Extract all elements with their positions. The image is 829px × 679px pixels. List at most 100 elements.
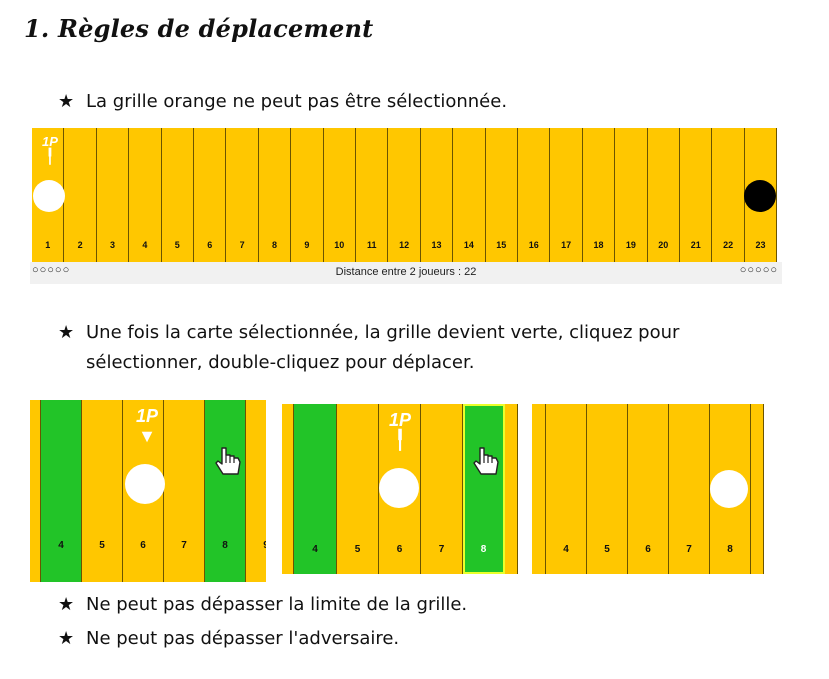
board-cell[interactable]: 10: [323, 128, 356, 262]
cell-number: 7: [438, 544, 445, 555]
game-board-full: 1 2 3 4 5 6 7 8 9 10 11 12 13 14 15 16 17 18 19 20 21 22 23 1P…: [30, 128, 782, 284]
cell-number: 14: [463, 240, 474, 250]
rule-2: ★ Une fois la carte sélectionnée, la gril…: [58, 318, 679, 378]
right-player-lives: ○○○○○: [739, 264, 778, 276]
player-marker: 1P ╿: [38, 134, 62, 163]
cell-number: 19: [625, 240, 636, 250]
board-cell[interactable]: [282, 404, 294, 574]
cell-number: 10: [334, 240, 345, 250]
black-pawn: [744, 180, 776, 212]
board-cell[interactable]: 22: [712, 128, 745, 262]
board-cell[interactable]: 11: [356, 128, 389, 262]
cell-number: 4: [312, 544, 318, 555]
board-cell[interactable]: 16: [518, 128, 551, 262]
player-marker-label: 1P: [135, 406, 159, 426]
cell-number: 15: [496, 240, 507, 250]
cell-number: 22: [723, 240, 734, 250]
board-cell[interactable]: 20: [647, 128, 680, 262]
white-pawn: [125, 464, 165, 504]
board-cell[interactable]: [30, 400, 41, 582]
section-heading: 1. Règles de déplacement: [24, 14, 374, 43]
board-cell[interactable]: 7: [164, 400, 205, 582]
board-cell[interactable]: 7: [669, 404, 710, 574]
board-cell[interactable]: 5: [587, 404, 628, 574]
cell-number: 20: [658, 240, 669, 250]
rule-1-text: La grille orange ne peut pas être sélect…: [86, 91, 508, 112]
cell-number: 6: [645, 544, 651, 555]
board-cell[interactable]: [532, 404, 546, 574]
cell-number: 8: [727, 544, 733, 555]
cell-number: 4: [58, 540, 64, 551]
board-cell[interactable]: 2: [64, 128, 97, 262]
cell-number: 6: [140, 540, 146, 551]
cell-number: 16: [528, 240, 539, 250]
cell-number: 5: [99, 540, 105, 551]
board-cell[interactable]: 17: [550, 128, 583, 262]
board-panel-target: 4 5 6 7 8 1P ╿: [282, 404, 518, 574]
cell-number: 4: [142, 240, 148, 250]
board-cell[interactable]: 4: [546, 404, 587, 574]
board-cell[interactable]: 8: [258, 128, 292, 262]
board-cell[interactable]: 13: [420, 128, 454, 262]
player-marker-label: 1P: [388, 410, 412, 430]
player-marker-arrow-icon: ╿: [45, 148, 55, 164]
board-cell[interactable]: 12: [388, 128, 421, 262]
star-bullet-icon: ★: [58, 322, 75, 343]
player-marker-arrow-icon: ▼: [138, 426, 156, 446]
cell-number: 7: [181, 540, 187, 551]
cell-number: 9: [246, 540, 266, 551]
player-marker: 1P ╿: [383, 410, 417, 449]
rule-3: ★ Ne peut pas dépasser la limite de la gr…: [58, 590, 467, 620]
board-cell[interactable]: 8: [205, 400, 246, 582]
cell-number: 6: [396, 544, 403, 555]
rule-4: ★ Ne peut pas dépasser l'adversaire.: [58, 624, 399, 654]
board-cell[interactable]: 14: [453, 128, 486, 262]
board-cell[interactable]: 7: [421, 404, 463, 574]
cell-number: 8: [271, 240, 277, 250]
board-cell[interactable]: [505, 404, 518, 574]
white-pawn: [33, 180, 65, 212]
cell-number: 12: [399, 240, 410, 250]
board-cell[interactable]: 18: [582, 128, 616, 262]
board-cell[interactable]: 15: [485, 128, 518, 262]
board-cell[interactable]: 19: [615, 128, 648, 262]
board-cell[interactable]: 5: [82, 400, 123, 582]
rule-4-text: Ne peut pas dépasser l'adversaire.: [86, 628, 400, 649]
player-marker: 1P ▼: [130, 406, 164, 445]
cell-number: 5: [174, 240, 180, 250]
board-cell[interactable]: 8: [463, 404, 505, 574]
white-pawn: [379, 468, 419, 508]
board-cell[interactable]: 6: [628, 404, 669, 574]
rule-2-text-line1: Une fois la carte sélectionnée, la grill…: [86, 322, 680, 343]
cell-number: 13: [431, 240, 442, 250]
board-cell[interactable]: 5: [337, 404, 379, 574]
board-cell[interactable]: [751, 404, 764, 574]
star-bullet-icon: ★: [58, 91, 75, 112]
white-pawn: [710, 470, 748, 508]
cell-number: 17: [561, 240, 572, 250]
cell-number: 11: [366, 240, 377, 250]
pointer-hand-icon: [473, 447, 499, 475]
player-marker-label: 1P: [42, 134, 58, 149]
board-cell[interactable]: 4: [41, 400, 82, 582]
rule-2-text-line2: sélectionner, double-cliquez pour déplac…: [86, 352, 475, 373]
cell-number: 1: [45, 240, 51, 250]
board-cell[interactable]: 3: [96, 128, 130, 262]
player-marker-arrow-icon: ╿: [394, 430, 406, 450]
cell-number: 8: [480, 544, 487, 555]
cell-number: 21: [690, 240, 701, 250]
pointer-hand-icon: [215, 447, 241, 475]
board-cell[interactable]: 5: [161, 128, 194, 262]
board-cell[interactable]: 9: [246, 400, 266, 582]
rule-3-text: Ne peut pas dépasser la limite de la gri…: [86, 594, 468, 615]
board-cell[interactable]: 4: [129, 128, 162, 262]
board-cell[interactable]: 21: [680, 128, 713, 262]
board-panel-moved: 4 5 6 7 8: [532, 404, 764, 574]
board-cell[interactable]: 6: [194, 128, 227, 262]
board-cell[interactable]: 7: [226, 128, 259, 262]
cell-number: 7: [239, 240, 245, 250]
board-cell[interactable]: 9: [291, 128, 324, 262]
cell-number: 5: [604, 544, 610, 555]
board-panel-selected: 4 5 6 7 8 9 1P ▼: [30, 400, 266, 582]
board-cell[interactable]: 4: [294, 404, 337, 574]
